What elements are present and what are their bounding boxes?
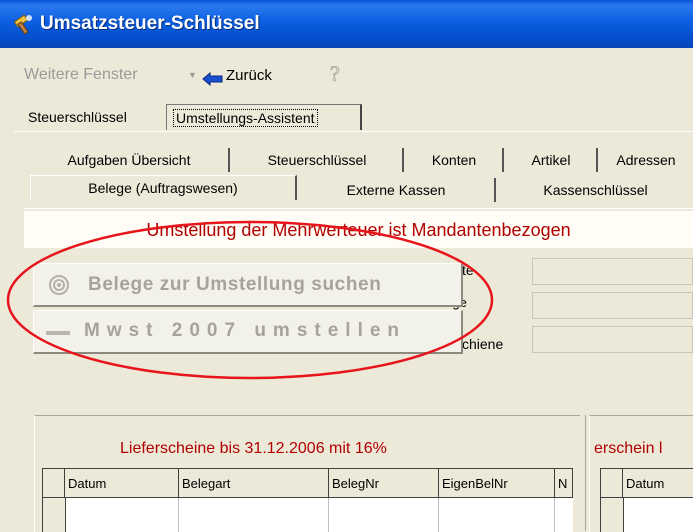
column-header-datum-2[interactable]: Datum [623, 469, 693, 498]
banner-text: Umstellung der Mehrwerteuer ist Mandante… [146, 220, 571, 240]
tab-adressen[interactable]: Adressen [598, 148, 693, 172]
row-indicator-column-2 [601, 498, 624, 532]
side-label-3: chiene [462, 336, 504, 352]
row-indicator-header-2 [601, 469, 623, 498]
radar-icon [49, 275, 69, 295]
chevron-down-icon[interactable]: ▼ [188, 70, 197, 80]
back-arrow-icon[interactable] [202, 72, 224, 86]
tab-steuerschluessel[interactable]: Steuerschlüssel [22, 104, 165, 130]
delivery-notes-table-2[interactable]: Datum [600, 468, 693, 532]
column-belegnr [329, 498, 439, 532]
row-indicator-column [43, 498, 66, 532]
side-label-1: te [462, 262, 474, 278]
tab-artikel[interactable]: Artikel [506, 148, 598, 172]
weitere-fenster-menu[interactable]: Weitere Fenster [24, 66, 138, 84]
tools-icon [13, 14, 32, 35]
convert-vat-label: Mwst 2007 umstellen [84, 320, 407, 341]
back-button[interactable]: Zurück [226, 67, 272, 84]
question-icon[interactable]: ? [326, 62, 348, 86]
column-datum [65, 498, 179, 532]
tab-belege-auftragswesen[interactable]: Belege (Auftragswesen) [30, 175, 297, 200]
row-indicator-header [43, 469, 65, 498]
column-header-eigenbelnr[interactable]: EigenBelNr [439, 469, 555, 498]
column-header-belegart[interactable]: Belegart [179, 469, 329, 498]
svg-text:?: ? [330, 62, 340, 86]
value-field-1 [532, 258, 693, 285]
value-field-2 [532, 292, 693, 319]
column-belegart [179, 498, 329, 532]
tab-externe-kassen[interactable]: Externe Kassen [298, 178, 496, 202]
convert-vat-button[interactable]: Mwst 2007 umstellen [33, 310, 463, 354]
column-eigenbelnr [439, 498, 555, 532]
search-documents-button[interactable]: Belege zur Umstellung suchen [33, 263, 463, 307]
title-bar: Umsatzsteuer-Schlüssel [0, 0, 693, 48]
column-header-belegnr[interactable]: BelegNr [329, 469, 439, 498]
tab-konten[interactable]: Konten [406, 148, 504, 172]
tab-kassenschluessel[interactable]: Kassenschlüssel [498, 178, 693, 202]
tab-umstellungs-assistent[interactable]: Umstellungs-Assistent [166, 104, 362, 130]
divider [14, 131, 693, 132]
info-banner: Umstellung der Mehrwerteuer ist Mandante… [24, 211, 693, 248]
column-header-n[interactable]: N [555, 469, 573, 498]
delivery-notes-title: Lieferscheine bis 31.12.2006 mit 16% [120, 440, 387, 457]
window-title: Umsatzsteuer-Schlüssel [40, 13, 260, 34]
delivery-notes-title-2: erschein l [594, 440, 663, 457]
search-documents-label: Belege zur Umstellung suchen [88, 274, 382, 295]
tab-aufgaben-uebersicht[interactable]: Aufgaben Übersicht [30, 148, 230, 172]
tab-steuerschluessel-inner[interactable]: Steuerschlüssel [232, 148, 404, 172]
delivery-notes-table[interactable]: Datum Belegart BelegNr EigenBelNr N [42, 468, 573, 532]
value-field-3 [532, 326, 693, 353]
minus-icon [46, 331, 70, 335]
column-header-datum[interactable]: Datum [65, 469, 179, 498]
